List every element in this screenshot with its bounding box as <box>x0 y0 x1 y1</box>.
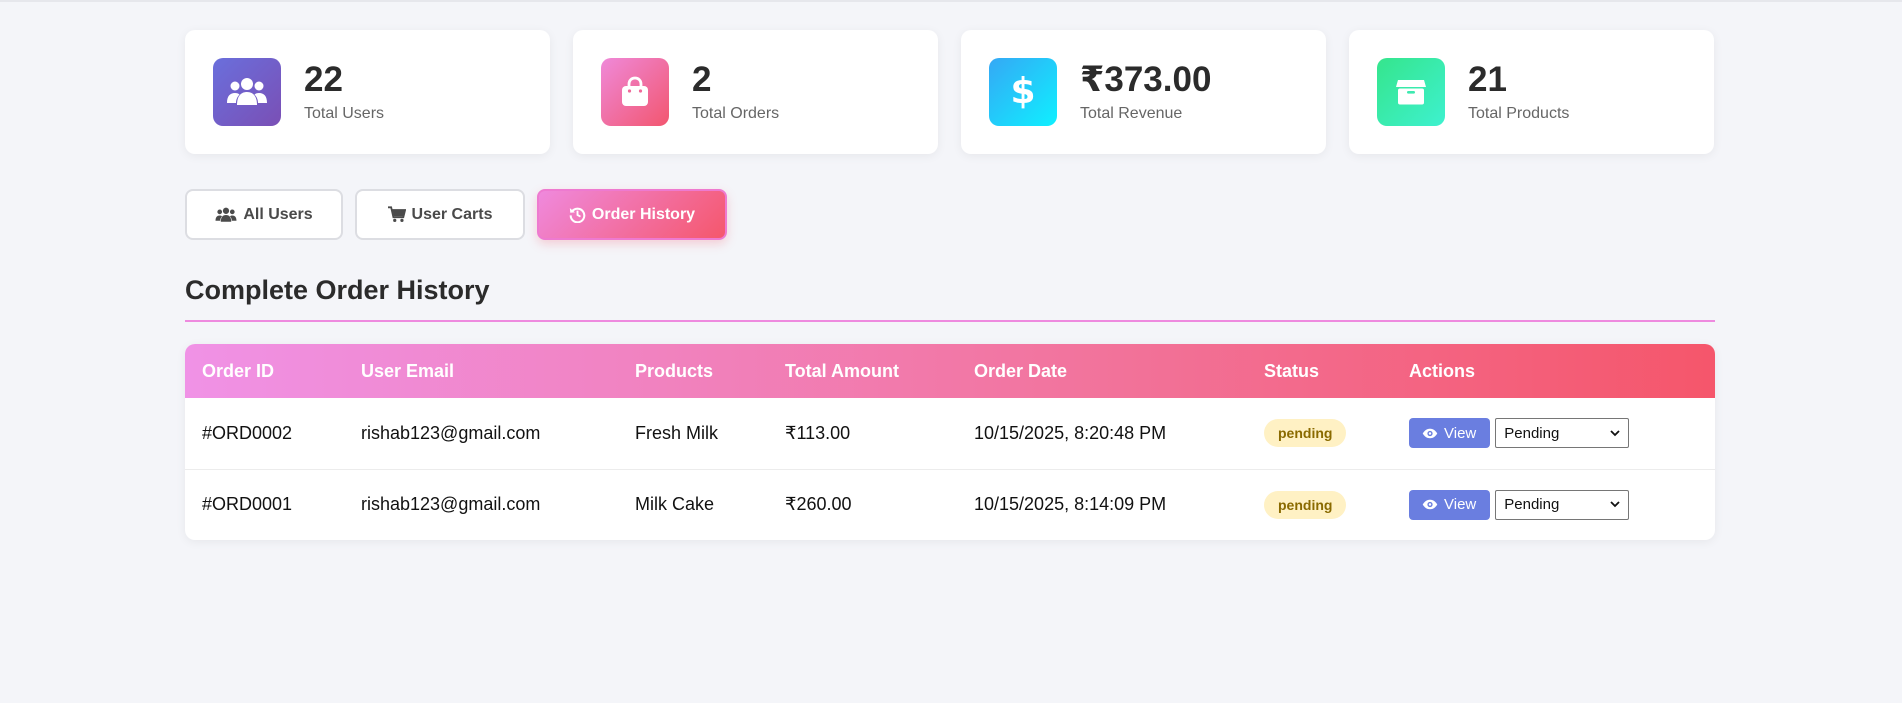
tab-user-carts[interactable]: User Carts <box>355 189 525 240</box>
order-date: 10/15/2025, 8:14:09 PM <box>957 468 1247 540</box>
eye-icon <box>1422 500 1438 510</box>
actions-cell: View Pending <box>1392 468 1715 540</box>
dashboard-container: 22 Total Users 2 Total Orders $ ₹373.00 … <box>185 30 1715 540</box>
status-select-value: Pending <box>1504 424 1560 442</box>
stat-value: ₹373.00 <box>1080 59 1212 99</box>
actions-cell: View Pending <box>1392 398 1715 469</box>
eye-icon <box>1422 428 1438 438</box>
products: Milk Cake <box>618 468 768 540</box>
stat-card-revenue: $ ₹373.00 Total Revenue <box>961 30 1326 154</box>
user-email: rishab123@gmail.com <box>361 422 541 443</box>
shopping-bag-icon <box>601 58 669 126</box>
page-title: Complete Order History <box>185 275 1715 322</box>
order-date: 10/15/2025, 8:20:48 PM <box>974 422 1167 443</box>
column-header: Actions <box>1409 360 1476 381</box>
tab-order-history[interactable]: Order History <box>537 189 727 240</box>
chevron-down-icon <box>1610 501 1620 508</box>
status-cell: pending <box>1247 398 1392 469</box>
status-select[interactable]: Pending <box>1495 418 1630 449</box>
table-row: #ORD0001 rishab123@gmail.com Milk Cake ₹… <box>185 468 1715 540</box>
users-icon <box>213 58 281 126</box>
status-select[interactable]: Pending <box>1495 489 1630 520</box>
status-select-value: Pending <box>1504 496 1560 514</box>
status-cell: pending <box>1247 468 1392 540</box>
user-email: rishab123@gmail.com <box>344 468 618 540</box>
stats-row: 22 Total Users 2 Total Orders $ ₹373.00 … <box>185 30 1715 154</box>
column-header: Products <box>635 360 714 381</box>
column-header: Status <box>1264 360 1320 381</box>
order-id: #ORD0002 <box>202 422 293 443</box>
dollar-icon: $ <box>989 58 1057 126</box>
top-border <box>0 0 1902 2</box>
stat-card-users: 22 Total Users <box>185 30 550 154</box>
tab-label: Order History <box>591 205 696 223</box>
column-header: Order Date <box>974 360 1068 381</box>
stat-label: Total Users <box>304 105 385 123</box>
tab-bar: All Users User Carts Order History <box>185 189 1715 240</box>
order-id: #ORD0001 <box>185 468 344 540</box>
tab-all-users[interactable]: All Users <box>185 189 343 240</box>
table-header-row: Order ID User Email Products Total Amoun… <box>185 344 1715 398</box>
stat-label: Total Products <box>1468 105 1570 123</box>
total-amount: ₹113.00 <box>785 422 851 443</box>
stat-label: Total Orders <box>692 105 780 123</box>
stat-label: Total Revenue <box>1080 105 1183 123</box>
total-amount: ₹260.00 <box>768 468 957 540</box>
products: Fresh Milk <box>635 422 719 443</box>
orders-table-card: Order ID User Email Products Total Amoun… <box>185 344 1715 540</box>
orders-table: Order ID User Email Products Total Amoun… <box>185 344 1715 540</box>
users-icon <box>215 207 237 222</box>
history-icon <box>569 207 586 223</box>
stat-value: 21 <box>1468 59 1507 99</box>
column-header: Order ID <box>202 360 275 381</box>
cart-icon <box>387 206 406 222</box>
chevron-down-icon <box>1610 430 1620 437</box>
column-header: Total Amount <box>785 360 899 381</box>
stat-value: 2 <box>692 59 712 99</box>
tab-label: User Carts <box>411 205 493 223</box>
view-label: View <box>1444 496 1477 514</box>
status-badge: pending <box>1264 419 1347 448</box>
stat-value: 22 <box>304 59 343 99</box>
stat-card-orders: 2 Total Orders <box>573 30 938 154</box>
box-icon <box>1377 58 1445 126</box>
status-badge: pending <box>1264 490 1347 519</box>
view-order-button[interactable]: View <box>1409 418 1491 449</box>
view-label: View <box>1444 424 1477 442</box>
column-header: User Email <box>361 360 455 381</box>
tab-label: All Users <box>243 205 313 223</box>
stat-card-products: 21 Total Products <box>1349 30 1714 154</box>
table-row: #ORD0002 rishab123@gmail.com Fresh Milk … <box>185 398 1715 469</box>
view-order-button[interactable]: View <box>1409 489 1491 520</box>
